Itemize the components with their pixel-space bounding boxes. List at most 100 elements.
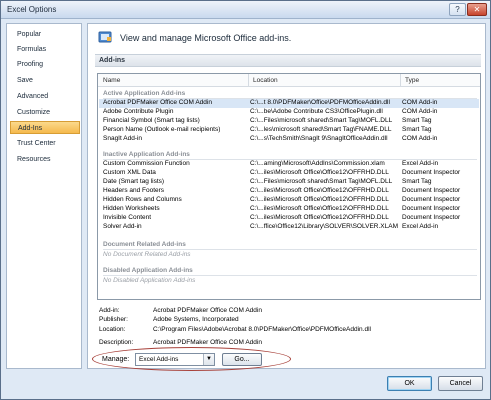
addin-name: Acrobat PDFMaker Office COM Addin [103, 99, 212, 106]
detail-value: Adobe Systems, Incorporated [153, 316, 239, 323]
addin-type: COM Add-in [402, 135, 438, 142]
options-sidebar: Popular Formulas Proofing Save Advanced … [6, 23, 82, 369]
table-row[interactable]: Date (Smart tag lists) C:\...Files\micro… [99, 178, 479, 187]
addin-location: C:\...iles\Microsoft Office\Office12\OFF… [250, 214, 389, 221]
addin-location: C:\...iles\Microsoft Office\Office12\OFF… [250, 169, 389, 176]
table-row[interactable]: Custom XML Data C:\...iles\Microsoft Off… [99, 169, 479, 178]
column-header-location[interactable]: Location [253, 77, 278, 84]
table-row[interactable]: Solver Add-in C:\...ffice\Office12\Libra… [99, 223, 479, 232]
column-header-name[interactable]: Name [103, 77, 120, 84]
sidebar-item-formulas[interactable]: Formulas [10, 43, 80, 56]
addin-type: COM Add-in [402, 99, 438, 106]
addin-name: Hidden Rows and Columns [103, 196, 182, 203]
table-row[interactable]: Person Name (Outlook e-mail recipients) … [99, 126, 479, 135]
addin-type: Document Inspector [402, 187, 461, 194]
detail-value: Acrobat PDFMaker Office COM Addin [153, 307, 262, 314]
table-row[interactable]: Custom Commission Function C:\...aming\M… [99, 160, 479, 169]
detail-label: Description: [99, 339, 134, 346]
sidebar-item-save[interactable]: Save [10, 74, 80, 87]
addin-type: Smart Tag [402, 126, 432, 133]
cancel-button[interactable]: Cancel [438, 376, 483, 391]
addin-type: COM Add-in [402, 108, 438, 115]
addin-location: C:\...iles\Microsoft Office\Office12\OFF… [250, 187, 389, 194]
addin-name: Headers and Footers [103, 187, 165, 194]
go-button[interactable]: Go... [222, 353, 262, 366]
table-row[interactable]: Hidden Worksheets C:\...iles\Microsoft O… [99, 205, 479, 214]
addin-location: C:\...s\TechSmith\SnagIt 9\SnagItOfficeA… [250, 135, 388, 142]
addin-location: C:\...aming\Microsoft\AddIns\Commission.… [250, 160, 385, 167]
sidebar-item-add-ins[interactable]: Add-Ins [10, 121, 80, 134]
group-heading-active: Active Application Add-ins [103, 90, 186, 97]
addin-name: Invisible Content [103, 214, 152, 221]
table-row[interactable]: Headers and Footers C:\...iles\Microsoft… [99, 187, 479, 196]
addin-type: Document Inspector [402, 205, 461, 212]
add-ins-panel: View and manage Microsoft Office add-ins… [87, 23, 486, 371]
column-header-row: Name Location Type [98, 74, 480, 87]
addin-location: C:\...Files\microsoft shared\Smart Tag\M… [250, 178, 393, 185]
sidebar-item-trust-center[interactable]: Trust Center [10, 137, 80, 150]
sidebar-item-customize[interactable]: Customize [10, 106, 80, 119]
help-icon: ? [455, 5, 460, 14]
empty-group-text: No Disabled Application Add-ins [103, 277, 196, 284]
addin-type: Document Inspector [402, 214, 461, 221]
sidebar-item-proofing[interactable]: Proofing [10, 58, 80, 71]
manage-selected-value: Excel Add-ins [139, 356, 179, 363]
group-divider [103, 249, 477, 250]
detail-value: C:\Program Files\Adobe\Acrobat 8.0\PDFMa… [153, 326, 371, 333]
addin-location: C:\...be\Adobe Contribute CS3\OfficePlug… [250, 108, 383, 115]
excel-options-dialog: Excel Options ? ✕ Popular Formulas Proof… [0, 0, 491, 400]
addin-name: Hidden Worksheets [103, 205, 160, 212]
addin-type: Excel Add-in [402, 160, 439, 167]
manage-dropdown[interactable]: Excel Add-ins ▼ [135, 353, 215, 366]
detail-label: Add-in: [99, 307, 120, 314]
addin-location: C:\...Files\microsoft shared\Smart Tag\M… [250, 117, 393, 124]
add-ins-icon [98, 31, 112, 43]
addin-name: Adobe Contribute Plugin [103, 108, 174, 115]
addin-name: SnagIt Add-in [103, 135, 143, 142]
close-button[interactable]: ✕ [467, 3, 487, 16]
table-row[interactable]: Hidden Rows and Columns C:\...iles\Micro… [99, 196, 479, 205]
title-bar[interactable]: Excel Options ? ✕ [1, 1, 490, 19]
table-row[interactable]: Acrobat PDFMaker Office COM Addin C:\...… [99, 99, 479, 108]
addin-type: Smart Tag [402, 178, 432, 185]
section-title: Add-ins [95, 54, 481, 67]
add-ins-list[interactable]: Name Location Type Active Application Ad… [97, 73, 481, 300]
addin-name: Financial Symbol (Smart tag lists) [103, 117, 200, 124]
group-heading-inactive: Inactive Application Add-ins [103, 151, 190, 158]
addin-name: Person Name (Outlook e-mail recipients) [103, 126, 221, 133]
table-row[interactable]: Invisible Content C:\...iles\Microsoft O… [99, 214, 479, 223]
help-button[interactable]: ? [449, 3, 466, 16]
addin-type: Document Inspector [402, 169, 461, 176]
close-icon: ✕ [473, 5, 481, 14]
manage-label: Manage: [102, 356, 130, 363]
column-divider[interactable] [248, 74, 249, 87]
panel-heading: View and manage Microsoft Office add-ins… [120, 33, 292, 43]
group-divider [103, 275, 477, 276]
detail-label: Location: [99, 326, 126, 333]
table-row[interactable]: Financial Symbol (Smart tag lists) C:\..… [99, 117, 479, 126]
addin-location: C:\...t 8.0\PDFMaker\Office\PDFMOfficeAd… [250, 99, 390, 106]
addin-location: C:\...iles\Microsoft Office\Office12\OFF… [250, 205, 389, 212]
addin-type: Excel Add-in [402, 223, 439, 230]
addin-location: C:\...les\microsoft shared\Smart Tag\FNA… [250, 126, 392, 133]
sidebar-item-advanced[interactable]: Advanced [10, 90, 80, 103]
table-row[interactable]: SnagIt Add-in C:\...s\TechSmith\SnagIt 9… [99, 135, 479, 144]
ok-button[interactable]: OK [387, 376, 432, 391]
addin-name: Date (Smart tag lists) [103, 178, 165, 185]
sidebar-item-resources[interactable]: Resources [10, 153, 80, 166]
column-header-type[interactable]: Type [405, 77, 419, 84]
addin-name: Solver Add-in [103, 223, 142, 230]
addin-location: C:\...ffice\Office12\Library\SOLVER\SOLV… [250, 223, 398, 230]
detail-value: Acrobat PDFMaker Office COM Addin [153, 339, 262, 346]
addin-location: C:\...iles\Microsoft Office\Office12\OFF… [250, 196, 389, 203]
window-title: Excel Options [7, 5, 57, 14]
table-row[interactable]: Adobe Contribute Plugin C:\...be\Adobe C… [99, 108, 479, 117]
detail-label: Publisher: [99, 316, 128, 323]
empty-group-text: No Document Related Add-ins [103, 251, 191, 258]
addin-type: Smart Tag [402, 117, 432, 124]
sidebar-item-popular[interactable]: Popular [10, 28, 80, 41]
group-heading-disabled: Disabled Application Add-ins [103, 267, 193, 274]
chevron-down-icon[interactable]: ▼ [203, 354, 214, 365]
group-heading-document: Document Related Add-ins [103, 241, 186, 248]
column-divider[interactable] [400, 74, 401, 87]
